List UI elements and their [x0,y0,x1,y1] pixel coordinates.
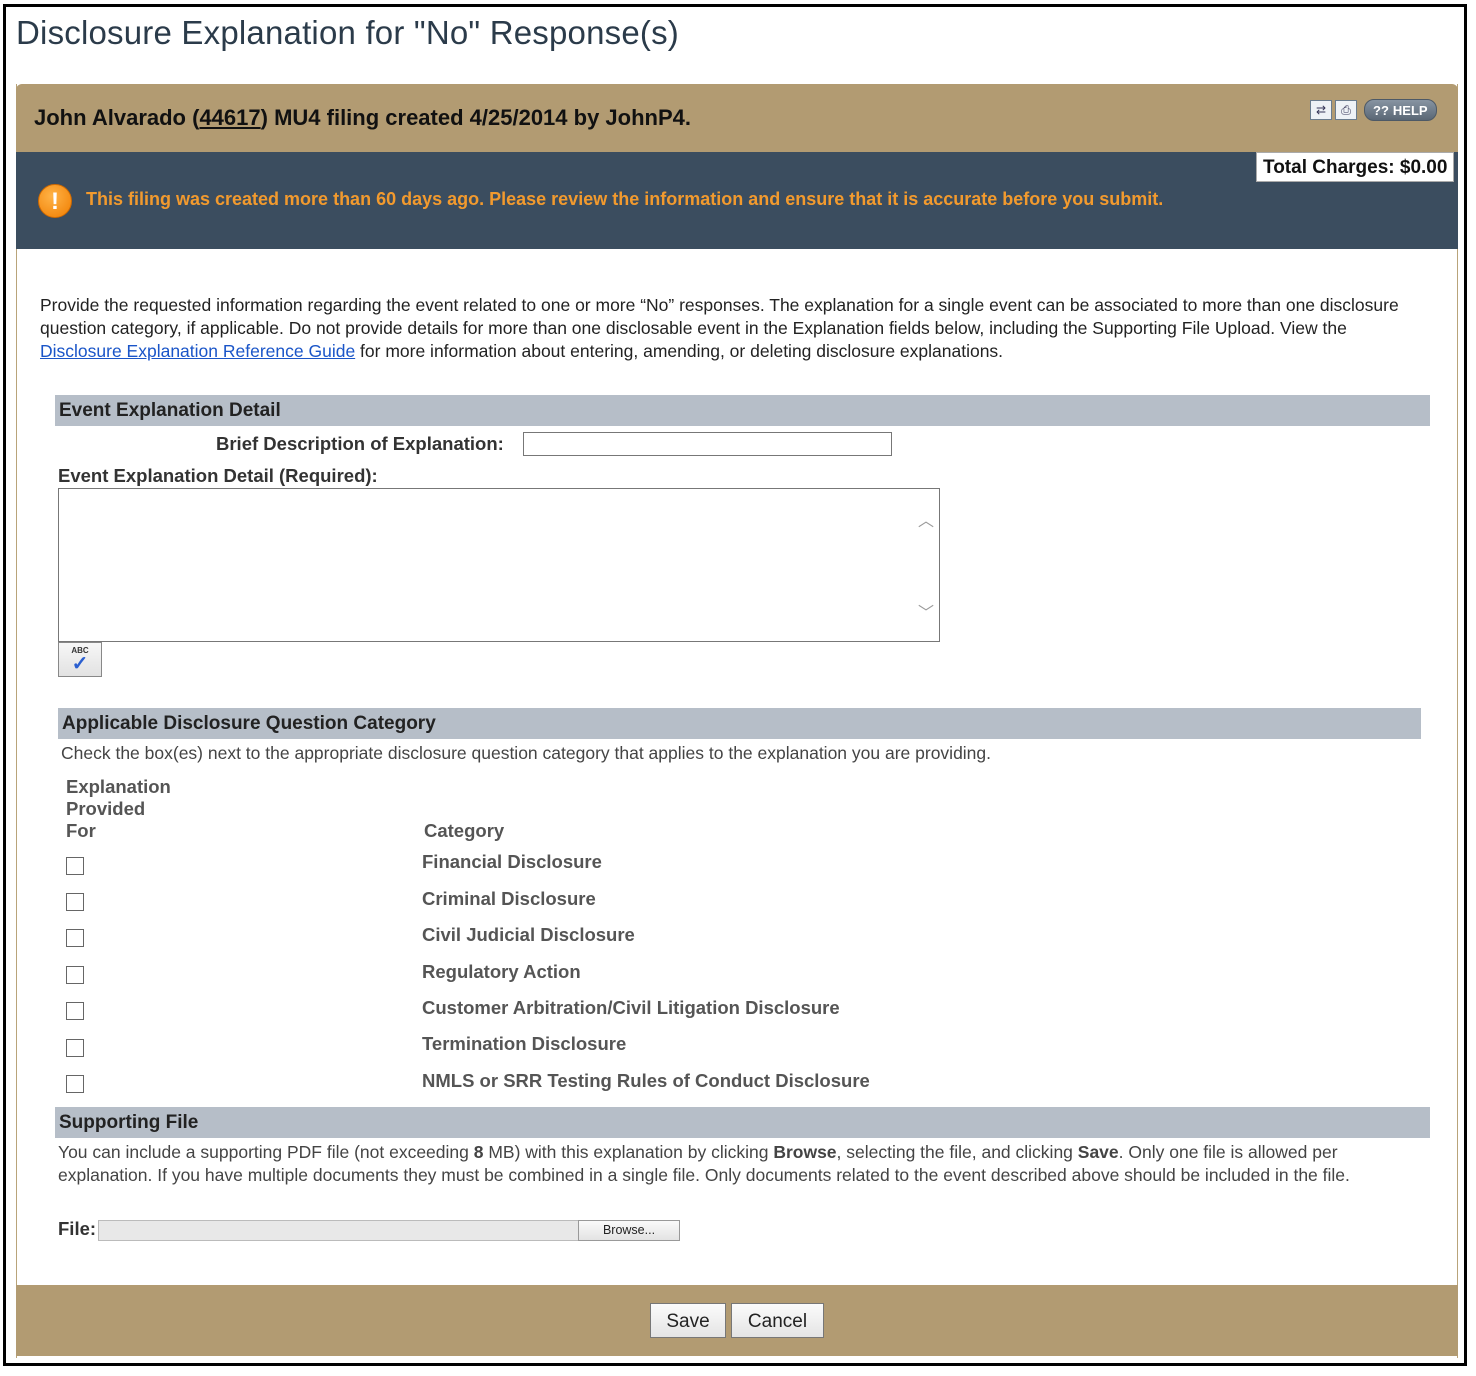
file-path-input[interactable] [98,1220,579,1241]
supporting-text-browse: Browse [773,1142,837,1162]
alert-message: This filing was created more than 60 day… [86,189,1164,209]
column-header-provided: Explanation Provided For [66,776,171,842]
checkbox-civil-judicial[interactable] [66,929,84,947]
checkbox-termination[interactable] [66,1039,84,1057]
brief-description-input[interactable] [523,432,892,456]
page-title: Disclosure Explanation for "No" Response… [16,14,679,51]
checkbox-criminal[interactable] [66,893,84,911]
event-detail-textarea[interactable]: ︿ ﹀ [58,488,940,642]
category-regulatory: Regulatory Action [422,961,581,982]
category-civil-judicial: Civil Judicial Disclosure [422,924,635,945]
supporting-text-size: 8 [473,1142,484,1162]
help-button[interactable]: ?? HELP [1364,99,1437,121]
intro-text-before: Provide the requested information regard… [40,295,1399,338]
checkbox-testing-rules[interactable] [66,1075,84,1093]
header-toolbar: ⇄ ⎙ ?? HELP [1310,99,1437,121]
nmls-id-link[interactable]: 44617 [199,105,260,130]
intro-text: Provide the requested information regard… [40,294,1430,363]
event-detail-label: Event Explanation Detail (Required): [58,465,378,486]
column-header-provided-line2: Provided [66,798,146,819]
checkbox-customer-arbitration[interactable] [66,1002,84,1020]
warning-icon: ! [38,184,72,218]
intro-text-after: for more information about entering, ame… [355,341,1004,361]
supporting-file-header: Supporting File [55,1107,1430,1138]
browse-button[interactable]: Browse... [578,1220,680,1241]
event-section-header: Event Explanation Detail [55,395,1430,426]
checkbox-regulatory[interactable] [66,966,84,984]
supporting-file-text: You can include a supporting PDF file (n… [58,1141,1418,1187]
spellcheck-icon: ✓ [71,652,89,675]
help-label: HELP [1392,102,1428,118]
supporting-text-2: MB) with this explanation by clicking [483,1142,774,1162]
category-criminal: Criminal Disclosure [422,888,596,909]
category-section-header: Applicable Disclosure Question Category [58,708,1421,739]
help-icon: ?? [1373,102,1389,118]
filing-name-suffix: ) MU4 filing created 4/25/2014 by JohnP4… [260,105,691,130]
supporting-text-1: You can include a supporting PDF file (n… [58,1142,474,1162]
file-label: File: [58,1218,97,1239]
supporting-text-3: , selecting the file, and clicking [836,1142,1078,1162]
compare-icon[interactable]: ⇄ [1310,100,1332,120]
column-header-provided-line1: Explanation [66,776,171,797]
category-testing-rules: NMLS or SRR Testing Rules of Conduct Dis… [422,1070,870,1091]
total-charges: Total Charges: $0.00 [1256,152,1455,182]
column-header-provided-line3: For [66,820,96,841]
filing-title: John Alvarado (44617) MU4 filing created… [34,105,691,131]
category-termination: Termination Disclosure [422,1033,627,1054]
category-financial: Financial Disclosure [422,851,602,872]
filing-name-prefix: John Alvarado ( [34,105,200,130]
scroll-down-icon[interactable]: ﹀ [918,599,934,623]
textarea-scrollbar[interactable]: ︿ ﹀ [913,489,939,641]
category-instructions: Check the box(es) next to the appropriat… [61,743,992,763]
supporting-text-save: Save [1077,1142,1119,1162]
spellcheck-button[interactable]: ABC ✓ [58,642,102,677]
category-customer-arbitration: Customer Arbitration/Civil Litigation Di… [422,997,840,1018]
scroll-up-icon[interactable]: ︿ [918,507,934,531]
save-button[interactable]: Save [650,1303,726,1338]
reference-guide-link[interactable]: Disclosure Explanation Reference Guide [40,341,355,361]
print-icon[interactable]: ⎙ [1335,100,1357,120]
column-header-category: Category [424,820,505,841]
brief-description-label: Brief Description of Explanation: [216,433,504,454]
cancel-button[interactable]: Cancel [731,1303,824,1338]
checkbox-financial[interactable] [66,857,84,875]
